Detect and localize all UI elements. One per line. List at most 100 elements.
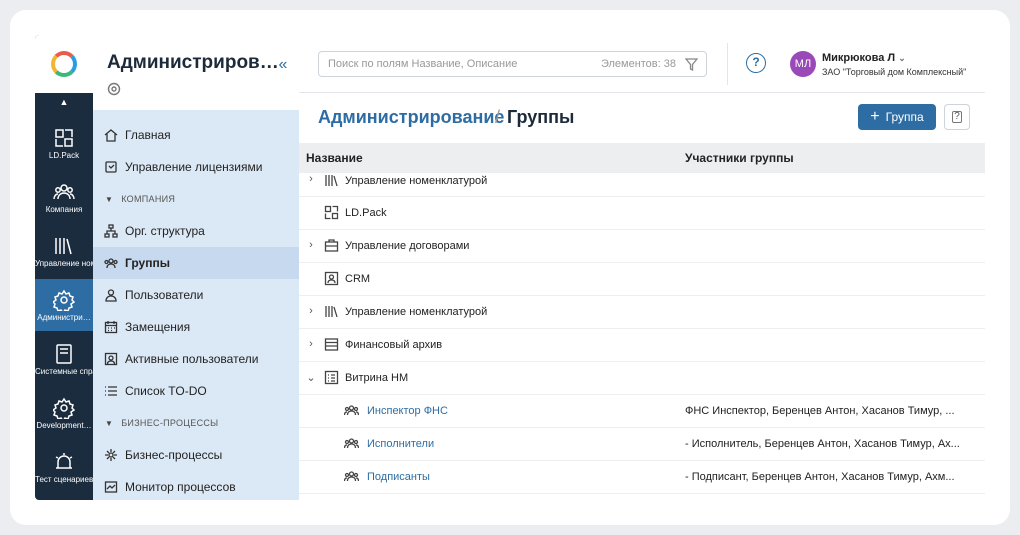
group-icon <box>343 436 360 452</box>
app-window: ▲ LD.Pack Компания Управление номенклату… <box>35 35 985 500</box>
nav-section-label: БИЗНЕС-ПРОЦЕССЫ <box>121 418 219 428</box>
rail-item-label: Управление номенклату… <box>35 258 93 268</box>
home-icon <box>103 127 119 143</box>
divider <box>727 43 728 85</box>
row-members: - Исполнитель, Беренцев Антон, Хасанов Т… <box>685 438 960 450</box>
rail-item-company[interactable]: Компания <box>35 171 93 223</box>
table-row[interactable]: › Управление номенклатурой <box>299 296 985 329</box>
chevron-right-icon[interactable]: › <box>306 338 316 350</box>
add-group-button[interactable]: + Группа <box>858 104 936 130</box>
books-icon <box>324 304 340 320</box>
archive-icon <box>324 337 340 353</box>
table-row[interactable]: › Управление номенклатурой <box>299 173 985 197</box>
filter-icon[interactable] <box>684 58 699 72</box>
nav-list: Главная Управление лицензиями ▼ КОМПАНИЯ… <box>93 119 299 500</box>
user-name-text: Микрюкова Л <box>822 52 896 64</box>
chevron-down-icon: ⌄ <box>898 53 906 63</box>
rail-item-admin[interactable]: Администри… <box>35 279 93 331</box>
row-name: Управление договорами <box>345 240 470 252</box>
chevron-right-icon[interactable]: › <box>306 305 316 317</box>
nav-item-groups[interactable]: Группы <box>93 247 299 279</box>
nav-item-label: Пользователи <box>125 288 204 302</box>
nav-item-substitutions[interactable]: Замещения <box>93 311 299 343</box>
row-name: Управление номенклатурой <box>345 175 488 187</box>
nav-header: Администриров… « <box>93 35 299 110</box>
search-input[interactable]: Поиск по полям Название, Описание Элемен… <box>318 51 707 77</box>
table-row[interactable]: › Финансовый архив <box>299 329 985 362</box>
rail-scroll-up-icon[interactable]: ▲ <box>35 97 93 107</box>
settings-gear-icon[interactable] <box>107 82 121 96</box>
add-group-label: Группа <box>885 110 924 124</box>
gear-icon <box>53 289 75 311</box>
rail-item-label: Системные справочники <box>35 366 93 376</box>
alarm-icon <box>55 452 73 469</box>
page-help-button[interactable]: ? <box>944 104 970 130</box>
briefcase-icon <box>324 238 340 254</box>
table-row[interactable]: LD.Pack <box>299 197 985 230</box>
rail-item-label: Администри… <box>37 312 91 322</box>
chevron-right-icon[interactable]: › <box>306 239 316 251</box>
nav-item-label: Управление лицензиями <box>125 160 263 174</box>
rail-item-dictionaries[interactable]: Системные справочники <box>35 333 93 385</box>
user-name[interactable]: Микрюкова Л ⌄ <box>822 52 906 64</box>
table-row[interactable]: ⌄ Витрина НМ <box>299 362 985 395</box>
search-count: Элементов: 38 <box>600 58 676 70</box>
caret-down-icon: ▼ <box>105 418 114 428</box>
contact-icon <box>324 271 340 287</box>
nav-item-label: Замещения <box>125 320 191 334</box>
user-org: ЗАО "Торговый дом Комплексный" <box>822 67 967 77</box>
help-button[interactable]: ? <box>746 53 766 73</box>
app-rail: ▲ LD.Pack Компания Управление номенклату… <box>35 35 93 500</box>
calendar-icon <box>103 319 119 335</box>
nav-item-licenses[interactable]: Управление лицензиями <box>93 151 299 183</box>
user-icon <box>103 287 119 303</box>
rail-item-ldpack[interactable]: LD.Pack <box>35 117 93 169</box>
collapse-panel-button[interactable]: « <box>273 55 293 75</box>
table-row[interactable]: Инспектор ФНС ФНС Инспектор, Беренцев Ан… <box>299 395 985 428</box>
plus-icon: + <box>870 108 880 125</box>
book-icon <box>56 343 72 364</box>
breadcrumb-root[interactable]: Администрирование <box>318 107 504 128</box>
nav-item-home[interactable]: Главная <box>93 119 299 151</box>
books-icon <box>324 173 340 189</box>
nav-section-company[interactable]: ▼ КОМПАНИЯ <box>93 183 299 215</box>
avatar[interactable]: МЛ <box>790 51 816 77</box>
table-row[interactable]: Исполнители - Исполнитель, Беренцев Анто… <box>299 428 985 461</box>
column-header-members[interactable]: Участники группы <box>685 151 794 165</box>
nav-item-active-users[interactable]: Активные пользователи <box>93 343 299 375</box>
nav-item-bp[interactable]: Бизнес-процессы <box>93 439 299 471</box>
nav-item-monitor[interactable]: Монитор процессов <box>93 471 299 500</box>
column-header-name[interactable]: Название <box>306 151 363 165</box>
rail-item-label: LD.Pack <box>48 150 80 160</box>
row-name-link[interactable]: Подписанты <box>367 471 430 483</box>
rail-item-label: Тест сценариев ТМ <box>35 474 93 484</box>
table-row[interactable]: CRM <box>299 263 985 296</box>
monitor-chart-icon <box>103 479 119 495</box>
row-name: Финансовый архив <box>345 339 443 351</box>
nav-section-bp[interactable]: ▼ БИЗНЕС-ПРОЦЕССЫ <box>93 407 299 439</box>
rail-item-test[interactable]: Тест сценариев ТМ <box>35 441 93 493</box>
nav-item-users[interactable]: Пользователи <box>93 279 299 311</box>
chevron-down-icon[interactable]: ⌄ <box>306 371 316 384</box>
row-name: Управление номенклатурой <box>345 306 488 318</box>
gear-icon <box>53 397 75 419</box>
app-logo[interactable] <box>35 35 93 93</box>
table-row[interactable]: Подписанты - Подписант, Беренцев Антон, … <box>299 461 985 494</box>
row-name: CRM <box>345 273 371 285</box>
table-row[interactable]: › Управление договорами <box>299 230 985 263</box>
title-bar: Администрирование / Группы + Группа ? <box>299 93 985 143</box>
logo-icon <box>51 51 77 77</box>
people-icon <box>53 183 75 199</box>
nav-item-org[interactable]: Орг. структура <box>93 215 299 247</box>
group-icon <box>343 469 360 485</box>
main-content: Поиск по полям Название, Описание Элемен… <box>299 35 985 500</box>
rail-item-development[interactable]: Development… <box>35 387 93 439</box>
page-title: Группы <box>507 107 575 127</box>
chevron-right-icon[interactable]: › <box>306 173 316 185</box>
rail-item-nomenclature[interactable]: Управление номенклату… <box>35 225 93 277</box>
row-name-link[interactable]: Исполнители <box>367 438 434 450</box>
breadcrumb-separator: / <box>495 107 501 127</box>
rail-item-label: Development… <box>36 420 92 430</box>
nav-item-todo[interactable]: Список TO-DO <box>93 375 299 407</box>
row-name-link[interactable]: Инспектор ФНС <box>367 405 448 417</box>
